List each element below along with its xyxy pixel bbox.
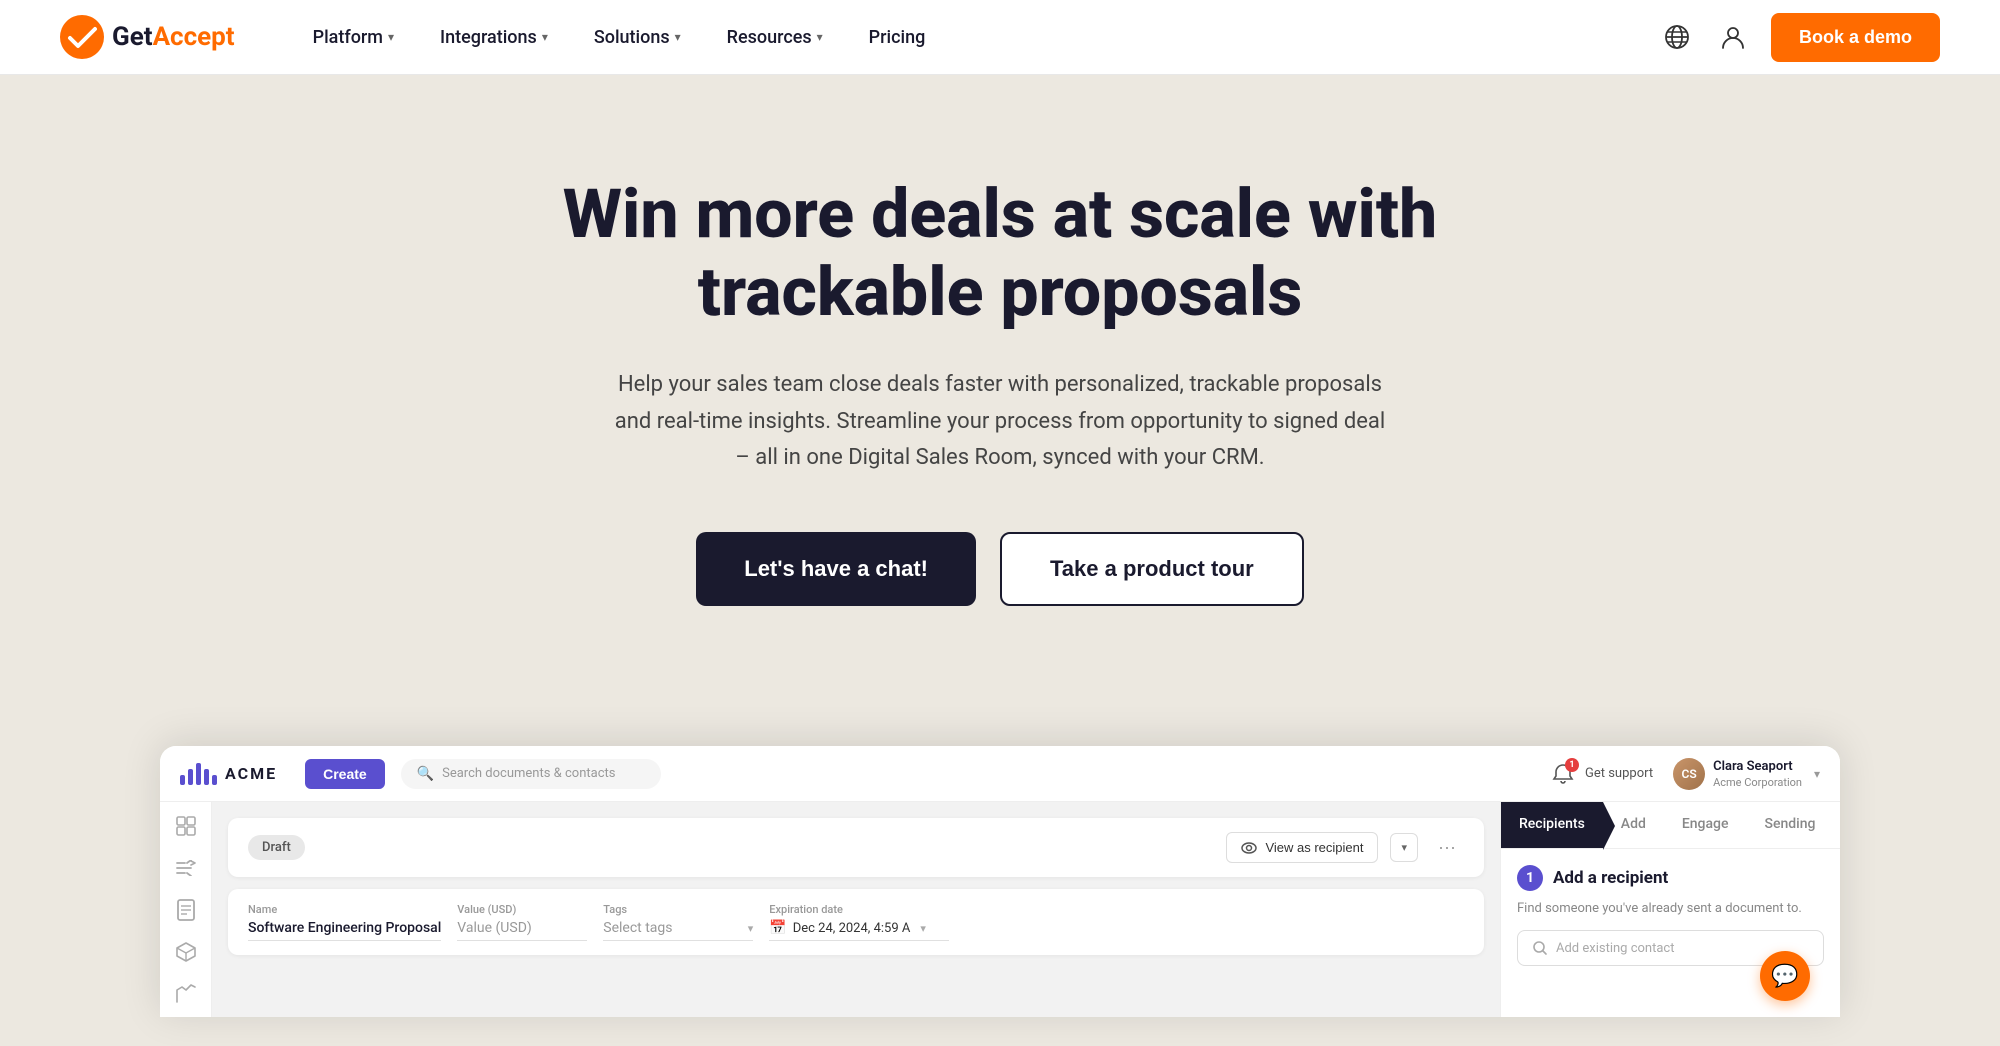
hero-subtitle: Help your sales team close deals faster … [610, 367, 1390, 476]
sidebar-icon-document[interactable] [170, 898, 202, 922]
avatar: CS [1673, 758, 1705, 790]
nav-right: Book a demo [1659, 13, 1940, 62]
sidebar-icon-chart[interactable] [170, 981, 202, 1005]
user-info: Clara Seaport Acme Corporation [1713, 759, 1802, 789]
doc-panel: Draft View as recipient ▾ ··· [212, 802, 1500, 1017]
sidebar-icon-grid[interactable] [170, 814, 202, 838]
book-demo-button[interactable]: Book a demo [1771, 13, 1940, 62]
tags-chevron-icon: ▾ [748, 922, 754, 935]
notification-bell-icon: 1 [1549, 760, 1577, 788]
app-sidebar [160, 802, 212, 1017]
nav-item-pricing[interactable]: Pricing [851, 19, 944, 56]
globe-icon[interactable] [1659, 19, 1695, 55]
tags-label: Tags [603, 903, 753, 916]
draft-badge: Draft [248, 835, 305, 860]
tab-engage[interactable]: Engage [1664, 802, 1747, 848]
tab-sending[interactable]: Sending [1746, 802, 1833, 848]
value-label: Value (USD) [457, 903, 587, 916]
doc-header-right: View as recipient ▾ ··· [1226, 832, 1464, 863]
app-logo: ACME [180, 763, 277, 785]
value-input[interactable]: Value (USD) [457, 920, 587, 941]
doc-chevron-button[interactable]: ▾ [1390, 833, 1418, 862]
nav-links: Platform ▾ Integrations ▾ Solutions ▾ Re… [295, 19, 1659, 56]
app-create-button[interactable]: Create [305, 759, 385, 789]
user-icon[interactable] [1715, 19, 1751, 55]
floating-action-button[interactable]: 💬 [1760, 951, 1810, 1001]
logo-text: GetAccept [112, 22, 235, 52]
view-recipient-label: View as recipient [1265, 840, 1363, 855]
expiry-value: Dec 24, 2024, 4:59 A [793, 921, 911, 936]
doc-field-row: Name Software Engineering Proposal Value… [248, 903, 1464, 941]
hero-section: Win more deals at scale with trackable p… [0, 75, 2000, 746]
chevron-down-icon: ▾ [388, 30, 394, 44]
chevron-down-icon: ▾ [675, 30, 681, 44]
step-number: 1 [1517, 865, 1543, 891]
app-search-bar[interactable]: 🔍 Search documents & contacts [401, 759, 661, 789]
doc-expiry-field: Expiration date 📅 Dec 24, 2024, 4:59 A ▾ [769, 903, 949, 941]
nav-item-solutions[interactable]: Solutions ▾ [576, 19, 699, 56]
app-logo-bars-icon [180, 763, 217, 785]
hero-buttons: Let's have a chat! Take a product tour [60, 532, 1940, 606]
nav-item-resources[interactable]: Resources ▾ [709, 19, 841, 56]
view-recipient-button[interactable]: View as recipient [1226, 832, 1378, 863]
name-value[interactable]: Software Engineering Proposal [248, 920, 441, 941]
user-name: Clara Seaport [1713, 759, 1802, 776]
app-preview-wrapper: ACME Create 🔍 Search documents & contact… [0, 746, 2000, 1017]
search-icon: 🔍 [417, 766, 434, 782]
add-recipient-desc: Find someone you've already sent a docum… [1517, 901, 1824, 916]
doc-header: Draft View as recipient ▾ ··· [228, 818, 1484, 877]
expiry-chevron-icon: ▾ [920, 922, 926, 935]
get-support-label: Get support [1585, 766, 1653, 781]
add-recipient-heading: Add a recipient [1553, 868, 1668, 888]
chat-button[interactable]: Let's have a chat! [696, 532, 976, 606]
chevron-down-icon: ▾ [817, 30, 823, 44]
add-contact-placeholder: Add existing contact [1556, 941, 1674, 956]
right-panel-tabs: Recipients Add Engage Sending [1501, 802, 1840, 849]
doc-name-field: Name Software Engineering Proposal [248, 903, 441, 941]
doc-tags-field: Tags Select tags ▾ [603, 903, 753, 941]
logo[interactable]: GetAccept [60, 15, 235, 59]
chevron-down-icon: ▾ [542, 30, 548, 44]
tags-placeholder: Select tags [603, 920, 672, 936]
notification-badge: 1 [1565, 758, 1579, 772]
tour-button[interactable]: Take a product tour [1000, 532, 1304, 606]
app-acme-label: ACME [225, 764, 277, 783]
doc-value-field: Value (USD) Value (USD) [457, 903, 587, 941]
tab-recipients[interactable]: Recipients [1501, 802, 1603, 848]
user-profile-area[interactable]: CS Clara Seaport Acme Corporation ▾ [1673, 758, 1820, 790]
doc-more-button[interactable]: ··· [1430, 833, 1464, 862]
add-recipient-title: 1 Add a recipient [1517, 865, 1824, 891]
doc-fields: Name Software Engineering Proposal Value… [228, 889, 1484, 955]
app-topbar: ACME Create 🔍 Search documents & contact… [160, 746, 1840, 802]
tags-select[interactable]: Select tags ▾ [603, 920, 753, 941]
expiry-date[interactable]: 📅 Dec 24, 2024, 4:59 A ▾ [769, 920, 949, 941]
name-label: Name [248, 903, 441, 916]
expiry-label: Expiration date [769, 903, 949, 916]
user-company: Acme Corporation [1713, 776, 1802, 789]
user-chevron-icon: ▾ [1814, 767, 1820, 781]
nav-item-integrations[interactable]: Integrations ▾ [422, 19, 566, 56]
navbar: GetAccept Platform ▾ Integrations ▾ Solu… [0, 0, 2000, 75]
app-preview: ACME Create 🔍 Search documents & contact… [160, 746, 1840, 1017]
app-topbar-right: 1 Get support CS Clara Seaport Acme Corp… [1549, 758, 1820, 790]
sidebar-icon-box[interactable] [170, 940, 202, 964]
get-support-button[interactable]: 1 Get support [1549, 760, 1653, 788]
hero-title: Win more deals at scale with trackable p… [550, 175, 1450, 331]
sidebar-icon-arrows[interactable] [170, 856, 202, 880]
nav-item-platform[interactable]: Platform ▾ [295, 19, 412, 56]
app-search-placeholder: Search documents & contacts [442, 766, 615, 781]
app-main: Draft View as recipient ▾ ··· [160, 802, 1840, 1017]
calendar-icon: 📅 [769, 920, 786, 936]
